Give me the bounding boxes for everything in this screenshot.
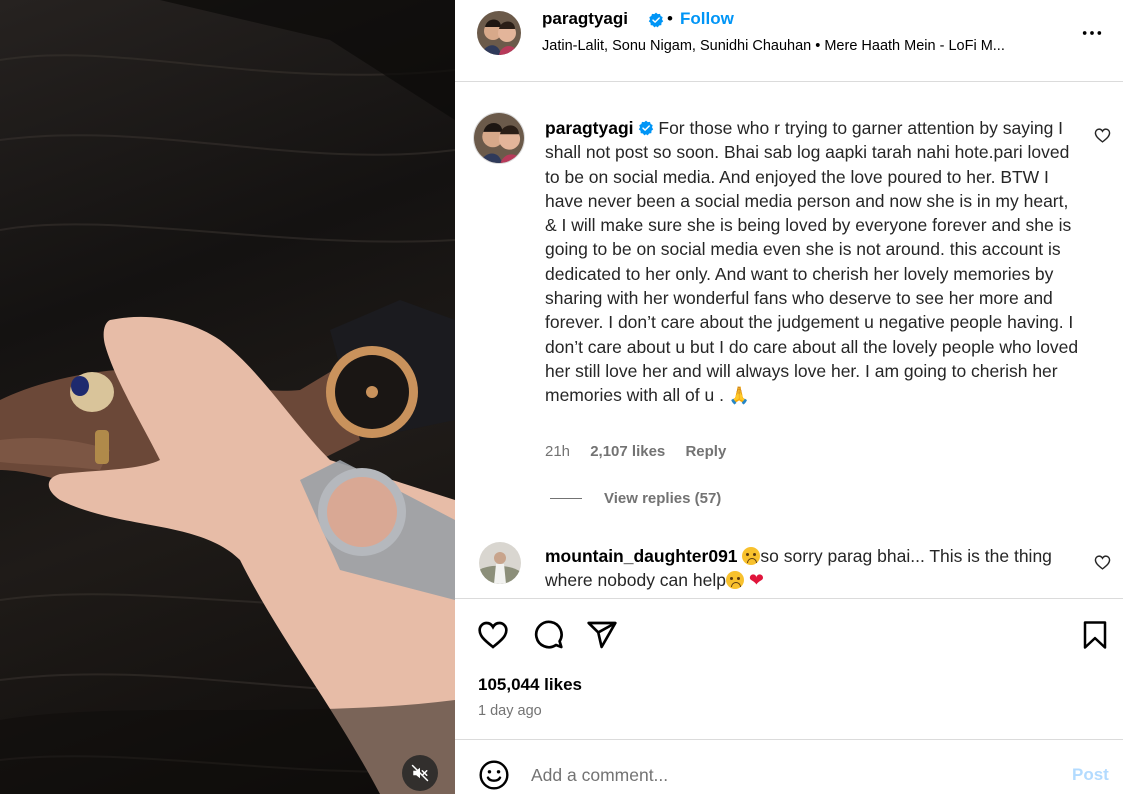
post-actions: 105,044 likes 1 day ago: [455, 598, 1123, 738]
verified-badge-icon: [648, 12, 664, 28]
caption-likes[interactable]: 2,107 likes: [590, 443, 665, 460]
like-comment-heart-icon[interactable]: [1094, 127, 1111, 144]
comment-input[interactable]: [531, 760, 1031, 790]
sad-face-emoji: [742, 547, 761, 565]
view-replies-button[interactable]: View replies (57): [550, 490, 721, 507]
avatar-image: [477, 11, 521, 55]
post-panel: paragtyagi • Follow Jatin-Lalit, Sonu Ni…: [455, 0, 1123, 794]
speaker-muted-icon: [411, 764, 429, 782]
comments-section[interactable]: paragtyagi For those who r trying to gar…: [455, 83, 1123, 598]
caption-text: For those who r trying to garner attenti…: [545, 118, 1079, 406]
emoji-picker-icon[interactable]: [478, 759, 510, 791]
post-like-count[interactable]: 105,044 likes: [478, 675, 582, 695]
post-image: [0, 0, 455, 794]
caption-time[interactable]: 21h: [545, 443, 570, 460]
post-header: paragtyagi • Follow Jatin-Lalit, Sonu Ni…: [455, 0, 1123, 82]
comment-bubble-icon[interactable]: [532, 619, 564, 651]
author-avatar[interactable]: [477, 11, 521, 55]
caption-body: paragtyagi For those who r trying to gar…: [545, 116, 1081, 409]
comment-body: mountain_daughter091 so sorry parag bhai…: [545, 544, 1065, 593]
caption-username[interactable]: paragtyagi: [545, 118, 634, 138]
reply-button[interactable]: Reply: [685, 443, 726, 460]
comment-composer: Post: [455, 739, 1123, 794]
post-timestamp[interactable]: 1 day ago: [478, 703, 542, 719]
view-replies-label: View replies (57): [604, 490, 722, 507]
audio-track-link[interactable]: Jatin-Lalit, Sonu Nigam, Sunidhi Chauhan…: [542, 38, 1057, 54]
share-paper-plane-icon[interactable]: [586, 619, 618, 651]
more-options-icon[interactable]: [1081, 22, 1103, 44]
like-heart-icon[interactable]: [477, 619, 509, 651]
avatar-image: [479, 542, 521, 584]
caption-avatar[interactable]: [473, 112, 525, 164]
commenter-username[interactable]: mountain_daughter091: [545, 546, 738, 566]
post-comment-button[interactable]: Post: [1072, 765, 1109, 785]
sad-face-emoji: [725, 571, 744, 590]
praying-hands-emoji: 🙏: [728, 386, 750, 406]
avatar-image: [474, 113, 524, 163]
save-bookmark-icon[interactable]: [1080, 619, 1110, 651]
post-media[interactable]: [0, 0, 455, 794]
commenter-avatar[interactable]: [479, 542, 521, 584]
like-comment-heart-icon[interactable]: [1094, 554, 1111, 571]
replies-divider-line: [550, 498, 582, 499]
author-username[interactable]: paragtyagi: [542, 9, 628, 29]
mute-button[interactable]: [402, 755, 438, 791]
caption-meta: 21h 2,107 likes Reply: [545, 443, 742, 460]
red-heart-emoji: ❤: [748, 570, 764, 591]
verified-badge-icon: [638, 120, 653, 136]
header-separator: •: [667, 9, 673, 28]
follow-button[interactable]: Follow: [680, 9, 734, 29]
